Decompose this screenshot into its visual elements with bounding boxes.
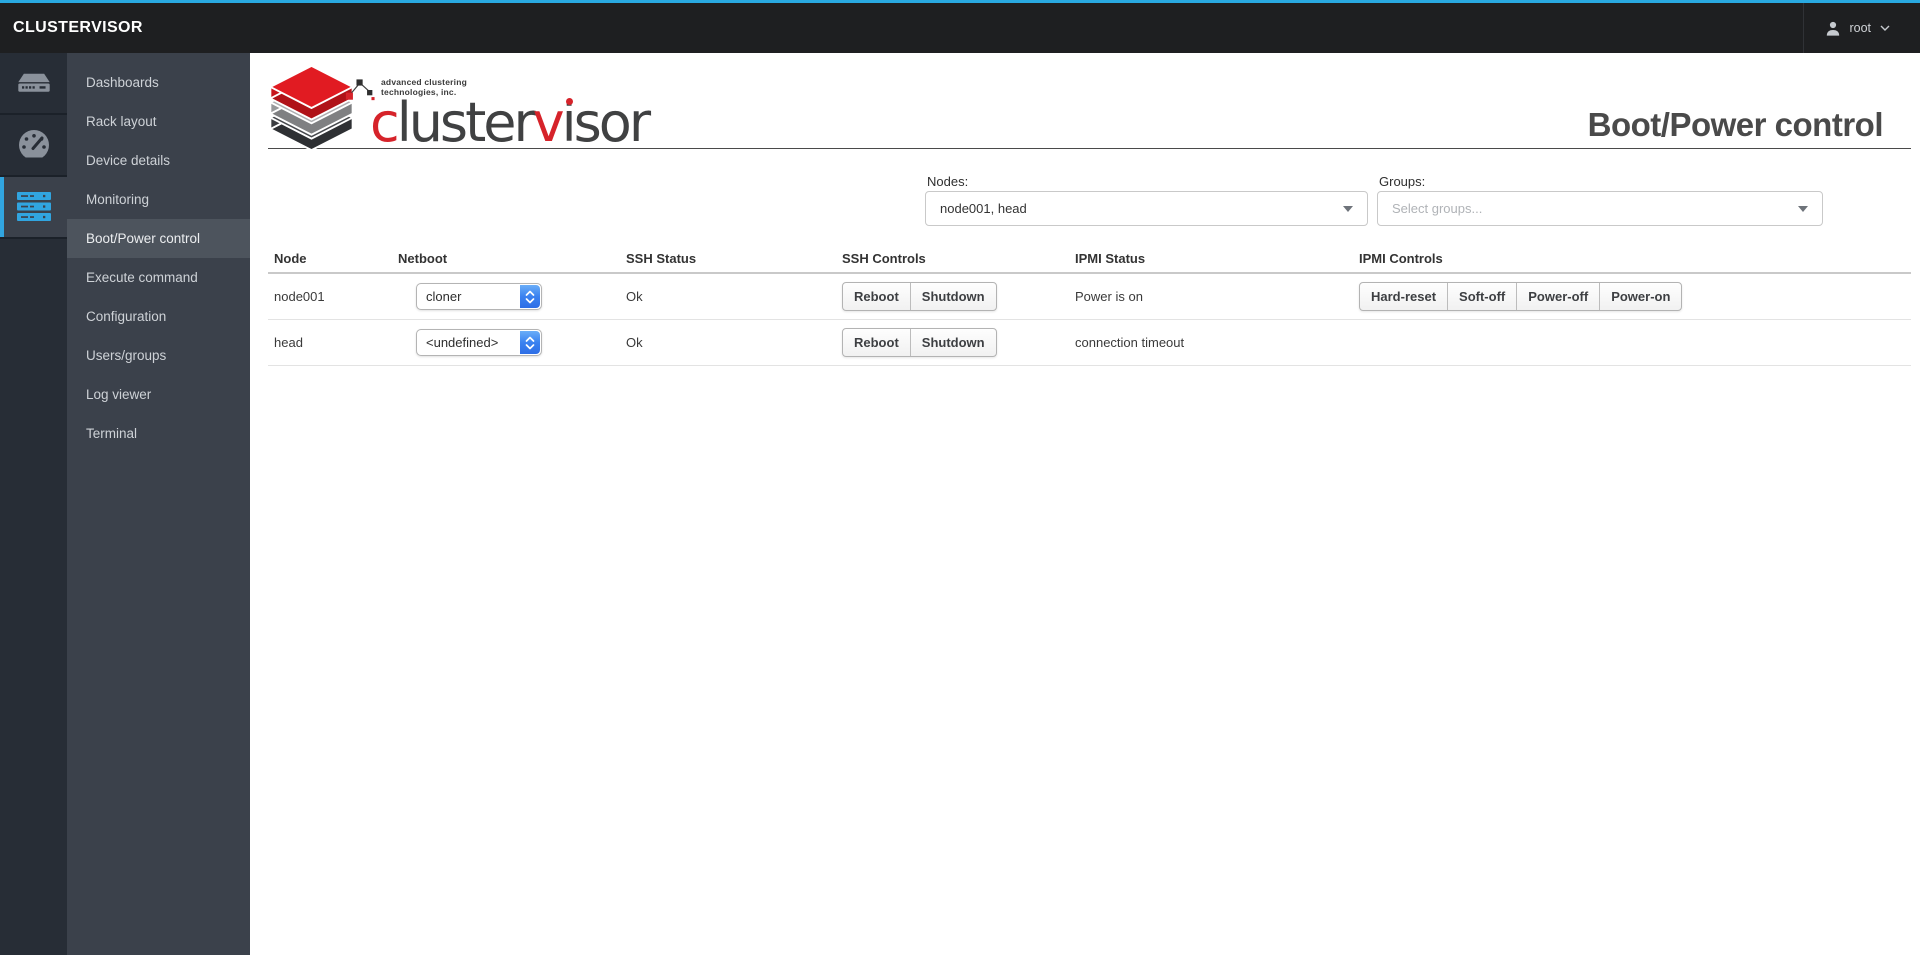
col-header-ssh-status: SSH Status [620, 244, 836, 274]
col-header-ipmi-status: IPMI Status [1069, 244, 1353, 274]
sidebar-tile-dashboard[interactable] [0, 115, 67, 177]
groups-select-placeholder: Select groups... [1392, 201, 1483, 216]
sidebar-item-configuration[interactable]: Configuration [67, 297, 250, 336]
sidebar-item-log-viewer[interactable]: Log viewer [67, 375, 250, 414]
groups-label: Groups: [1379, 174, 1426, 189]
logo-text: advanced clustering technologies, inc. c… [345, 64, 651, 154]
groups-select[interactable]: Select groups... [1377, 191, 1823, 226]
power-off-button[interactable]: Power-off [1517, 283, 1601, 310]
sidebar-item-users-groups[interactable]: Users/groups [67, 336, 250, 375]
sidebar-item-execute-command[interactable]: Execute command [67, 258, 250, 297]
ipmi-status-cell: Power is on [1069, 274, 1353, 320]
page-title: Boot/Power control [1587, 106, 1884, 143]
nodes-select[interactable]: node001, head [925, 191, 1368, 226]
netboot-select-value: cloner [426, 289, 462, 304]
chevron-down-icon [1880, 25, 1890, 31]
ssh-controls-cell: Reboot Shutdown [836, 320, 1069, 366]
nodes-table: Node Netboot SSH Status SSH Controls IPM… [268, 244, 1911, 366]
ssh-status-cell: Ok [620, 274, 836, 320]
select-spinner-icon [520, 285, 540, 308]
soft-off-button[interactable]: Soft-off [1448, 283, 1518, 310]
sidebar-menu: Dashboards Rack layout Device details Mo… [67, 53, 250, 955]
server-icon [17, 73, 50, 92]
ipmi-controls-group: Hard-reset Soft-off Power-off Power-on [1359, 282, 1683, 311]
dropdown-arrow-icon [1798, 205, 1808, 212]
main-content: advanced clustering technologies, inc. c… [250, 53, 1920, 955]
brand-title: CLUSTERVISOR [13, 19, 143, 36]
sidebar-item-boot-power-control[interactable]: Boot/Power control [67, 219, 250, 258]
icon-rail [0, 53, 67, 955]
logo-wordmark: clustervisor [370, 91, 651, 154]
ipmi-controls-cell-empty [1353, 320, 1911, 366]
node-name-cell: head [268, 320, 392, 366]
sidebar-tile-devices[interactable] [0, 53, 67, 115]
user-icon [1827, 21, 1840, 36]
node-name-cell: node001 [268, 274, 392, 320]
col-header-ssh-controls: SSH Controls [836, 244, 1069, 274]
ssh-controls-group: Reboot Shutdown [842, 328, 997, 357]
page-header: advanced clustering technologies, inc. c… [268, 53, 1911, 152]
netboot-select[interactable]: cloner [416, 283, 542, 310]
sidebar-tile-boot-power[interactable] [0, 177, 67, 239]
ssh-controls-cell: Reboot Shutdown [836, 274, 1069, 320]
clustervisor-logo: advanced clustering technologies, inc. c… [263, 64, 651, 154]
shutdown-button[interactable]: Shutdown [911, 329, 996, 356]
nodes-field: Nodes: node001, head [925, 149, 1368, 244]
col-header-ipmi-controls: IPMI Controls [1353, 244, 1911, 274]
ssh-status-cell: Ok [620, 320, 836, 366]
netboot-select[interactable]: <undefined> [416, 329, 542, 356]
sidebar-item-device-details[interactable]: Device details [67, 141, 250, 180]
netboot-cell: <undefined> [392, 320, 620, 366]
dropdown-arrow-icon [1343, 205, 1353, 212]
filters-bar: Nodes: node001, head Groups: Select grou… [268, 149, 1911, 244]
netboot-cell: cloner [392, 274, 620, 320]
nodes-select-value: node001, head [940, 201, 1027, 216]
ipmi-controls-cell: Hard-reset Soft-off Power-off Power-on [1353, 274, 1911, 320]
power-on-button[interactable]: Power-on [1600, 283, 1681, 310]
sidebar-item-rack-layout[interactable]: Rack layout [67, 102, 250, 141]
nodes-label: Nodes: [927, 174, 969, 189]
gauge-icon [15, 130, 52, 162]
netboot-select-value: <undefined> [426, 335, 499, 350]
col-header-node: Node [268, 244, 392, 274]
sidebar-item-terminal[interactable]: Terminal [67, 414, 250, 453]
topbar: CLUSTERVISOR root [0, 0, 1920, 53]
user-menu[interactable]: root [1803, 3, 1920, 53]
select-spinner-icon [520, 331, 540, 354]
sidebar-item-dashboards[interactable]: Dashboards [67, 63, 250, 102]
reboot-button[interactable]: Reboot [843, 329, 911, 356]
ipmi-status-cell: connection timeout [1069, 320, 1353, 366]
rack-icon [16, 192, 51, 221]
reboot-button[interactable]: Reboot [843, 283, 911, 310]
shutdown-button[interactable]: Shutdown [911, 283, 996, 310]
user-name: root [1849, 21, 1871, 35]
col-header-netboot: Netboot [392, 244, 620, 274]
hard-reset-button[interactable]: Hard-reset [1360, 283, 1449, 310]
groups-field: Groups: Select groups... [1377, 149, 1823, 244]
sidebar-item-monitoring[interactable]: Monitoring [67, 180, 250, 219]
ssh-controls-group: Reboot Shutdown [842, 282, 997, 311]
